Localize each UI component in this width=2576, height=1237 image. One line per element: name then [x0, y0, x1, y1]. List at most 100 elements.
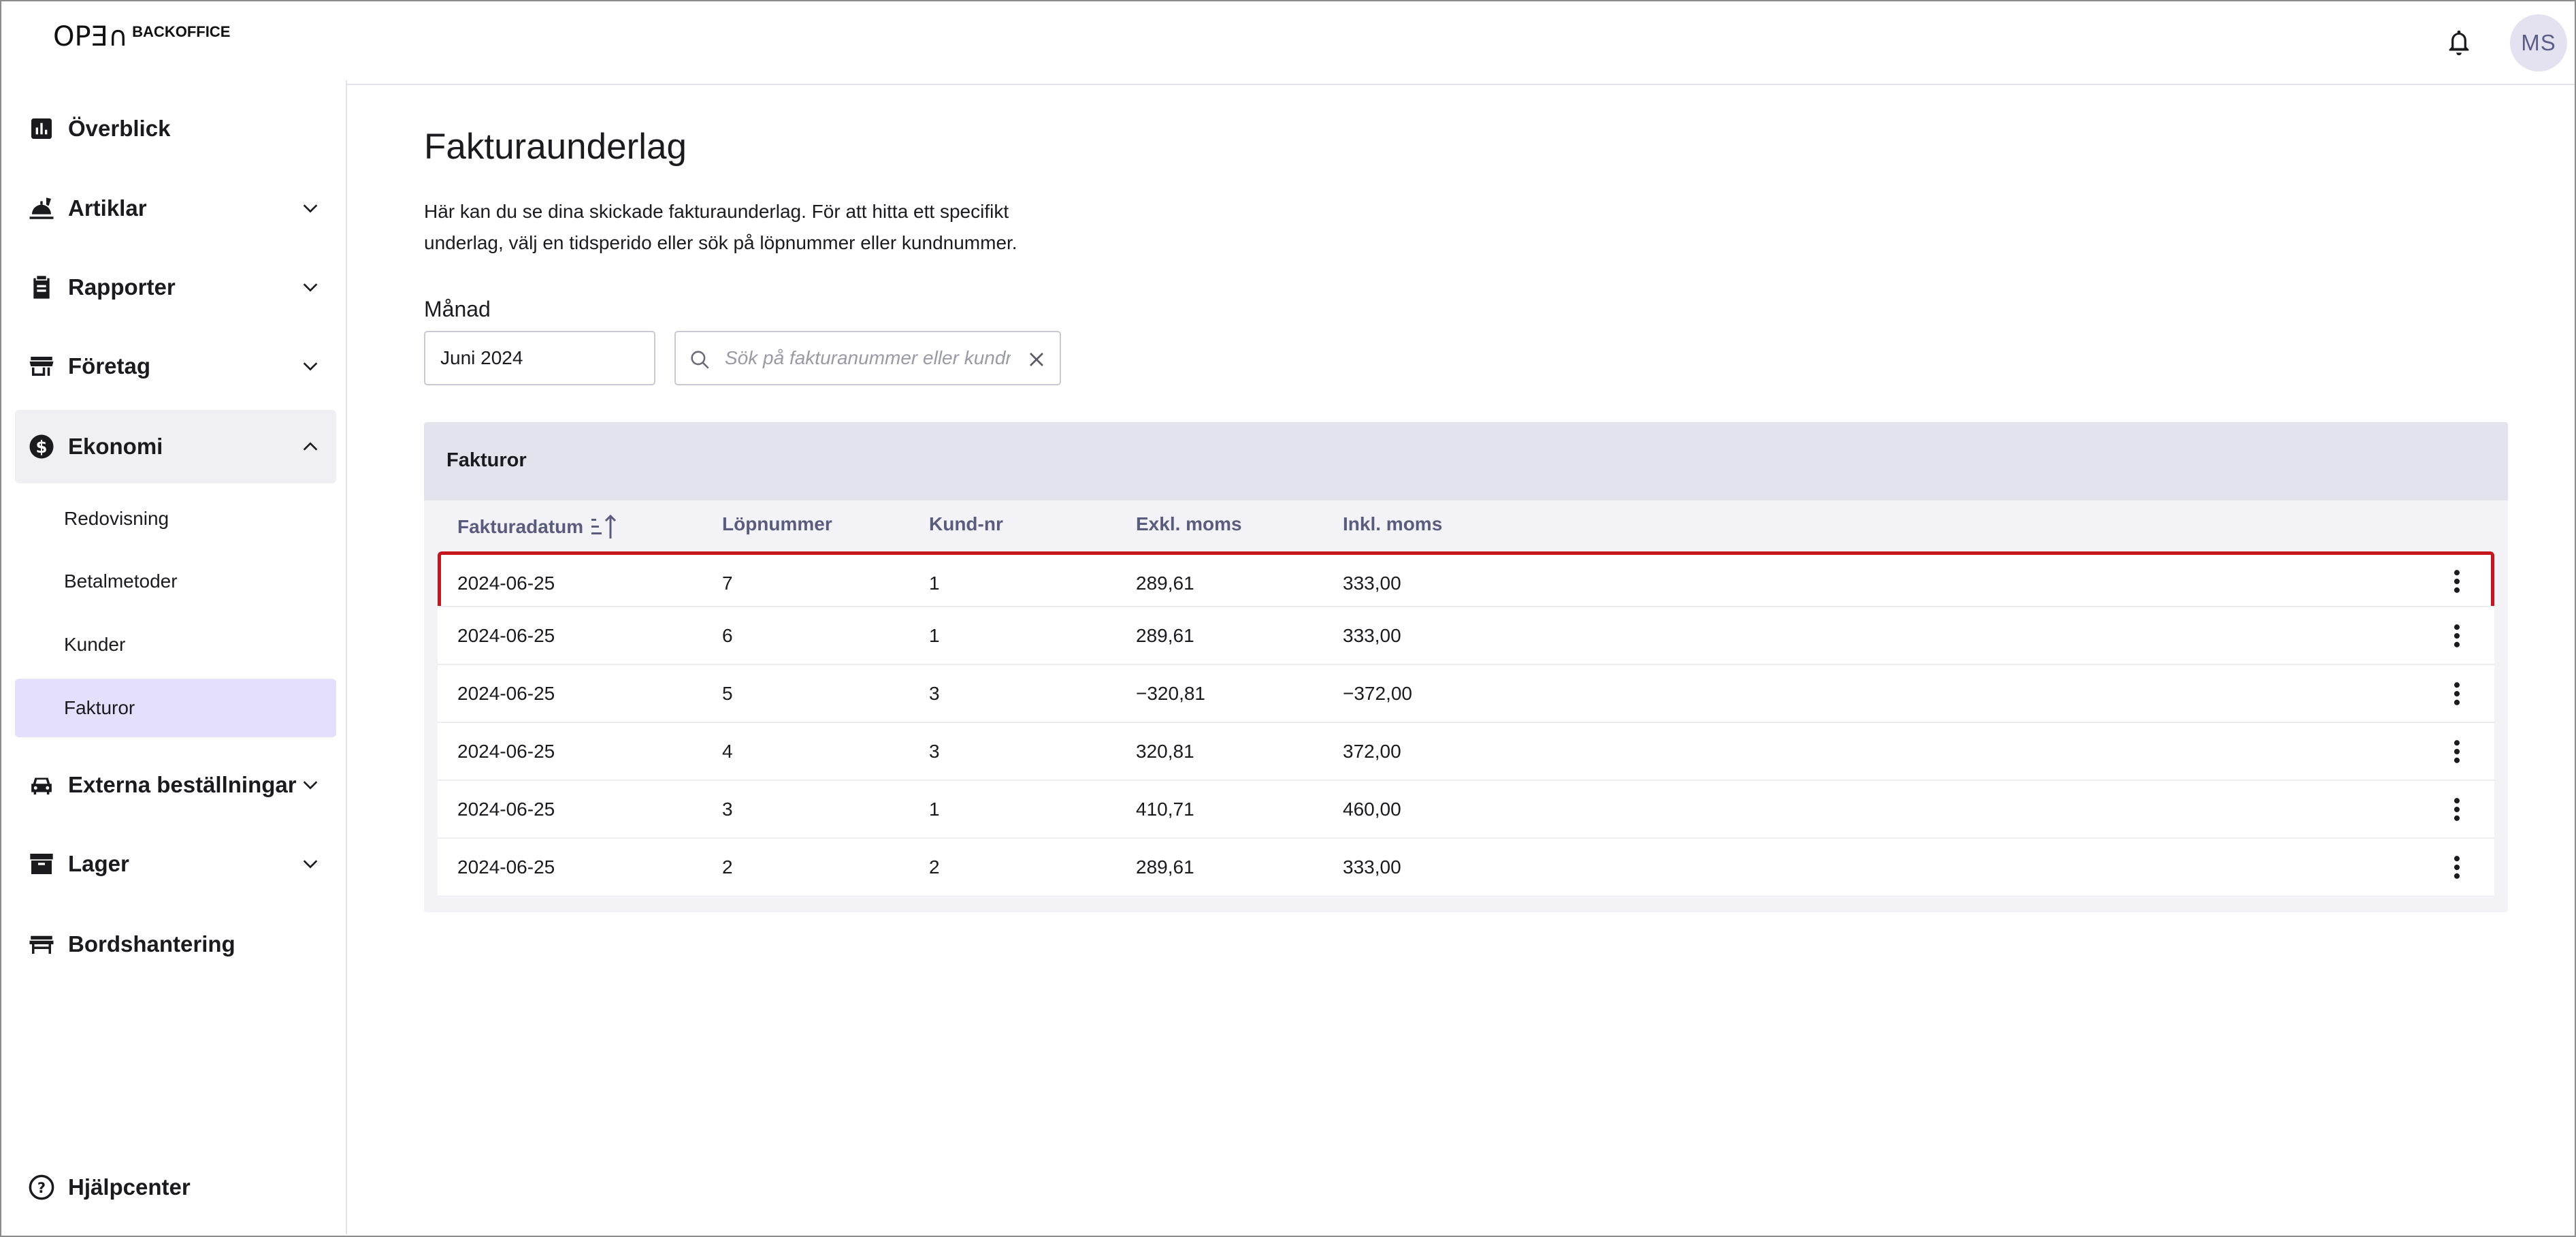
chevron-down-icon [299, 197, 321, 219]
sidebar-item-label: Ekonomi [68, 434, 163, 459]
more-vertical-icon[interactable] [2442, 737, 2472, 767]
app-logo[interactable]: OPƎ∩ BACKOFFICE [53, 22, 230, 52]
cell-fakturadatum: 2024-06-25 [457, 682, 555, 704]
cell-lopnummer: 6 [722, 624, 733, 646]
sidebar-item-label: Externa beställningar [68, 772, 297, 797]
chevron-down-icon [299, 774, 321, 796]
sidebar-item-ekonomi[interactable]: $ Ekonomi [15, 410, 336, 483]
cell-fakturadatum: 2024-06-25 [457, 856, 555, 878]
table-row[interactable]: 2024-06-25 2 2 289,61 333,00 [438, 837, 2494, 895]
cell-lopnummer: 2 [722, 856, 733, 878]
more-vertical-icon[interactable] [2442, 566, 2472, 596]
sidebar-item-foretag[interactable]: Företag [15, 330, 336, 403]
cell-fakturadatum: 2024-06-25 [457, 798, 555, 820]
cell-kund-nr: 1 [929, 798, 940, 820]
search-input[interactable] [725, 332, 1011, 384]
search-field [674, 331, 1061, 385]
cell-exkl-moms: 289,61 [1136, 856, 1194, 878]
column-header-kund-nr[interactable]: Kund-nr [929, 513, 1003, 535]
cell-inkl-moms: −372,00 [1343, 682, 1412, 704]
sidebar-item-rapporter[interactable]: Rapporter [15, 251, 336, 324]
month-label: Månad [424, 297, 491, 321]
sidebar-subitem-label: Fakturor [64, 697, 135, 718]
column-header-lopnummer[interactable]: Löpnummer [722, 513, 832, 535]
sidebar-item-hjalpcenter[interactable]: ? Hjälpcenter [15, 1151, 336, 1224]
car-icon [27, 771, 56, 799]
search-icon [688, 348, 711, 371]
cell-kund-nr: 3 [929, 682, 940, 704]
logo-mark: OPƎ∩ [53, 21, 129, 52]
table-row-selected[interactable]: 2024-06-25 7 1 289,61 333,00 [438, 551, 2494, 611]
cell-exkl-moms: 320,81 [1136, 740, 1194, 762]
more-vertical-icon[interactable] [2442, 621, 2472, 651]
archive-icon [27, 850, 56, 878]
top-bar: OPƎ∩ BACKOFFICE MS [1, 1, 2575, 85]
help-icon: ? [27, 1173, 56, 1202]
close-icon[interactable] [1024, 347, 1049, 372]
table-header: Fakturor [424, 422, 2508, 500]
column-header-fakturadatum[interactable]: Fakturadatum [457, 513, 621, 541]
cell-inkl-moms: 333,00 [1343, 856, 1401, 878]
cell-exkl-moms: 410,71 [1136, 798, 1194, 820]
sidebar-item-label: Rapporter [68, 274, 176, 300]
table-row[interactable]: 2024-06-25 4 3 320,81 372,00 [438, 722, 2494, 780]
sidebar-item-overblick[interactable]: Överblick [15, 92, 336, 165]
sidebar-subitem-kunder[interactable]: Kunder [15, 615, 336, 674]
sidebar-item-label: Lager [68, 851, 129, 876]
sidebar-item-label: Bordshantering [68, 931, 235, 957]
sidebar-subitem-label: Betalmetoder [64, 571, 178, 592]
sidebar-subitem-fakturor[interactable]: Fakturor [15, 679, 336, 737]
sidebar-subitem-redovisning[interactable]: Redovisning [15, 489, 336, 548]
sidebar-item-label: Hjälpcenter [68, 1174, 191, 1200]
cell-inkl-moms: 333,00 [1343, 624, 1401, 646]
cell-lopnummer: 3 [722, 798, 733, 820]
sort-ascending-icon[interactable] [590, 513, 621, 541]
svg-text:$: $ [35, 437, 47, 457]
logo-text: BACKOFFICE [132, 23, 231, 40]
more-vertical-icon[interactable] [2442, 794, 2472, 824]
sidebar-item-label: Artiklar [68, 195, 147, 221]
cell-lopnummer: 4 [722, 740, 733, 762]
month-picker[interactable] [424, 331, 655, 385]
cell-kund-nr: 1 [929, 572, 940, 594]
bar-chart-icon [27, 114, 56, 143]
column-header-label: Fakturadatum [457, 516, 584, 537]
dollar-icon: $ [27, 432, 56, 461]
store-icon [27, 352, 56, 381]
sidebar-item-label: Företag [68, 353, 151, 379]
column-header-inkl-moms[interactable]: Inkl. moms [1343, 513, 1442, 535]
chevron-down-icon [299, 276, 321, 298]
cell-fakturadatum: 2024-06-25 [457, 740, 555, 762]
table-row[interactable]: 2024-06-25 3 1 410,71 460,00 [438, 780, 2494, 837]
table-row[interactable]: 2024-06-25 5 3 −320,81 −372,00 [438, 664, 2494, 722]
cell-exkl-moms: 289,61 [1136, 624, 1194, 646]
cell-lopnummer: 5 [722, 682, 733, 704]
sidebar-subitem-betalmetoder[interactable]: Betalmetoder [15, 552, 336, 611]
bell-icon[interactable] [2443, 26, 2475, 60]
cell-lopnummer: 7 [722, 572, 733, 594]
avatar[interactable]: MS [2510, 14, 2567, 71]
cell-fakturadatum: 2024-06-25 [457, 624, 555, 646]
column-header-exkl-moms[interactable]: Exkl. moms [1136, 513, 1242, 535]
food-icon [27, 194, 56, 223]
more-vertical-icon[interactable] [2442, 679, 2472, 709]
sidebar-item-lager[interactable]: Lager [15, 827, 336, 901]
sidebar-subitem-label: Redovisning [64, 508, 169, 529]
cell-inkl-moms: 460,00 [1343, 798, 1401, 820]
more-vertical-icon[interactable] [2442, 852, 2472, 882]
cell-exkl-moms: 289,61 [1136, 572, 1194, 594]
cell-kund-nr: 1 [929, 624, 940, 646]
chevron-down-icon [299, 853, 321, 875]
table-title: Fakturor [446, 449, 527, 471]
table-icon [27, 930, 56, 959]
cell-exkl-moms: −320,81 [1136, 682, 1205, 704]
table-row[interactable]: 2024-06-25 6 1 289,61 333,00 [438, 606, 2494, 664]
sidebar-item-externa-bestallningar[interactable]: Externa beställningar [15, 748, 336, 822]
invoice-table: Fakturor Fakturadatum Löpnummer Kund-nr … [424, 422, 2508, 912]
cell-kund-nr: 2 [929, 856, 940, 878]
cell-inkl-moms: 333,00 [1343, 572, 1401, 594]
sidebar-item-artiklar[interactable]: Artiklar [15, 172, 336, 245]
chevron-up-icon [299, 436, 321, 457]
sidebar-item-bordshantering[interactable]: Bordshantering [15, 907, 336, 981]
page-description: Här kan du se dina skickade fakturaunder… [424, 201, 1017, 253]
